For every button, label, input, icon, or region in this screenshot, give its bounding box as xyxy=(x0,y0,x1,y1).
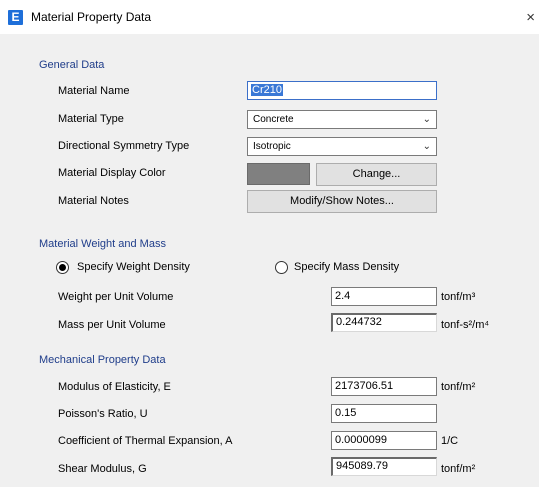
symmetry-type-select[interactable]: Isotropic ⌄ xyxy=(247,137,437,156)
thermal-unit: 1/C xyxy=(441,435,459,447)
symmetry-type-value: Isotropic xyxy=(253,141,291,152)
radio-selected-dot xyxy=(59,264,66,271)
modulus-unit: tonf/m² xyxy=(441,381,476,393)
chevron-down-icon: ⌄ xyxy=(422,114,431,125)
close-icon[interactable]: × xyxy=(526,9,535,26)
material-name-value: Cr210 xyxy=(251,84,283,96)
weight-density-radio[interactable] xyxy=(56,261,69,274)
material-type-value: Concrete xyxy=(253,114,294,125)
modify-notes-button[interactable]: Modify/Show Notes... xyxy=(247,190,437,213)
thermal-expansion-label: Coefficient of Thermal Expansion, A xyxy=(58,435,233,447)
material-name-label: Material Name xyxy=(58,85,130,97)
shear-unit: tonf/m² xyxy=(441,463,476,475)
title-bar: E Material Property Data × xyxy=(0,0,539,34)
weight-per-volume-label: Weight per Unit Volume xyxy=(58,291,174,303)
mass-per-volume-field: 0.244732 xyxy=(331,313,437,332)
modulus-label: Modulus of Elasticity, E xyxy=(58,381,171,393)
symmetry-type-label: Directional Symmetry Type xyxy=(58,140,190,152)
material-name-input[interactable]: Cr210 xyxy=(247,81,437,100)
weight-density-label[interactable]: Specify Weight Density xyxy=(77,261,190,273)
window-title: Material Property Data xyxy=(31,10,152,24)
poisson-input[interactable]: 0.15 xyxy=(331,404,437,423)
shear-modulus-label: Shear Modulus, G xyxy=(58,463,147,475)
color-swatch[interactable] xyxy=(247,163,310,185)
material-type-label: Material Type xyxy=(58,113,124,125)
shear-modulus-field: 945089.79 xyxy=(331,457,437,476)
display-color-label: Material Display Color xyxy=(58,167,166,179)
material-type-select[interactable]: Concrete ⌄ xyxy=(247,110,437,129)
poisson-label: Poisson's Ratio, U xyxy=(58,408,148,420)
weight-unit: tonf/m³ xyxy=(441,291,476,303)
app-icon: E xyxy=(8,10,23,25)
weight-per-volume-input[interactable]: 2.4 xyxy=(331,287,437,306)
mass-unit: tonf-s²/m⁴ xyxy=(441,319,490,331)
material-notes-label: Material Notes xyxy=(58,195,129,207)
modulus-input[interactable]: 2173706.51 xyxy=(331,377,437,396)
mass-density-radio[interactable] xyxy=(275,261,288,274)
change-color-button[interactable]: Change... xyxy=(316,163,437,186)
general-data-header: General Data xyxy=(39,59,105,71)
dialog-body: General Data Material Name Cr210 Materia… xyxy=(0,34,539,487)
chevron-down-icon: ⌄ xyxy=(422,141,431,152)
mass-per-volume-label: Mass per Unit Volume xyxy=(58,319,166,331)
mechanical-header: Mechanical Property Data xyxy=(39,354,166,366)
weight-mass-header: Material Weight and Mass xyxy=(39,238,166,250)
mass-density-label[interactable]: Specify Mass Density xyxy=(294,261,399,273)
thermal-expansion-input[interactable]: 0.0000099 xyxy=(331,431,437,450)
